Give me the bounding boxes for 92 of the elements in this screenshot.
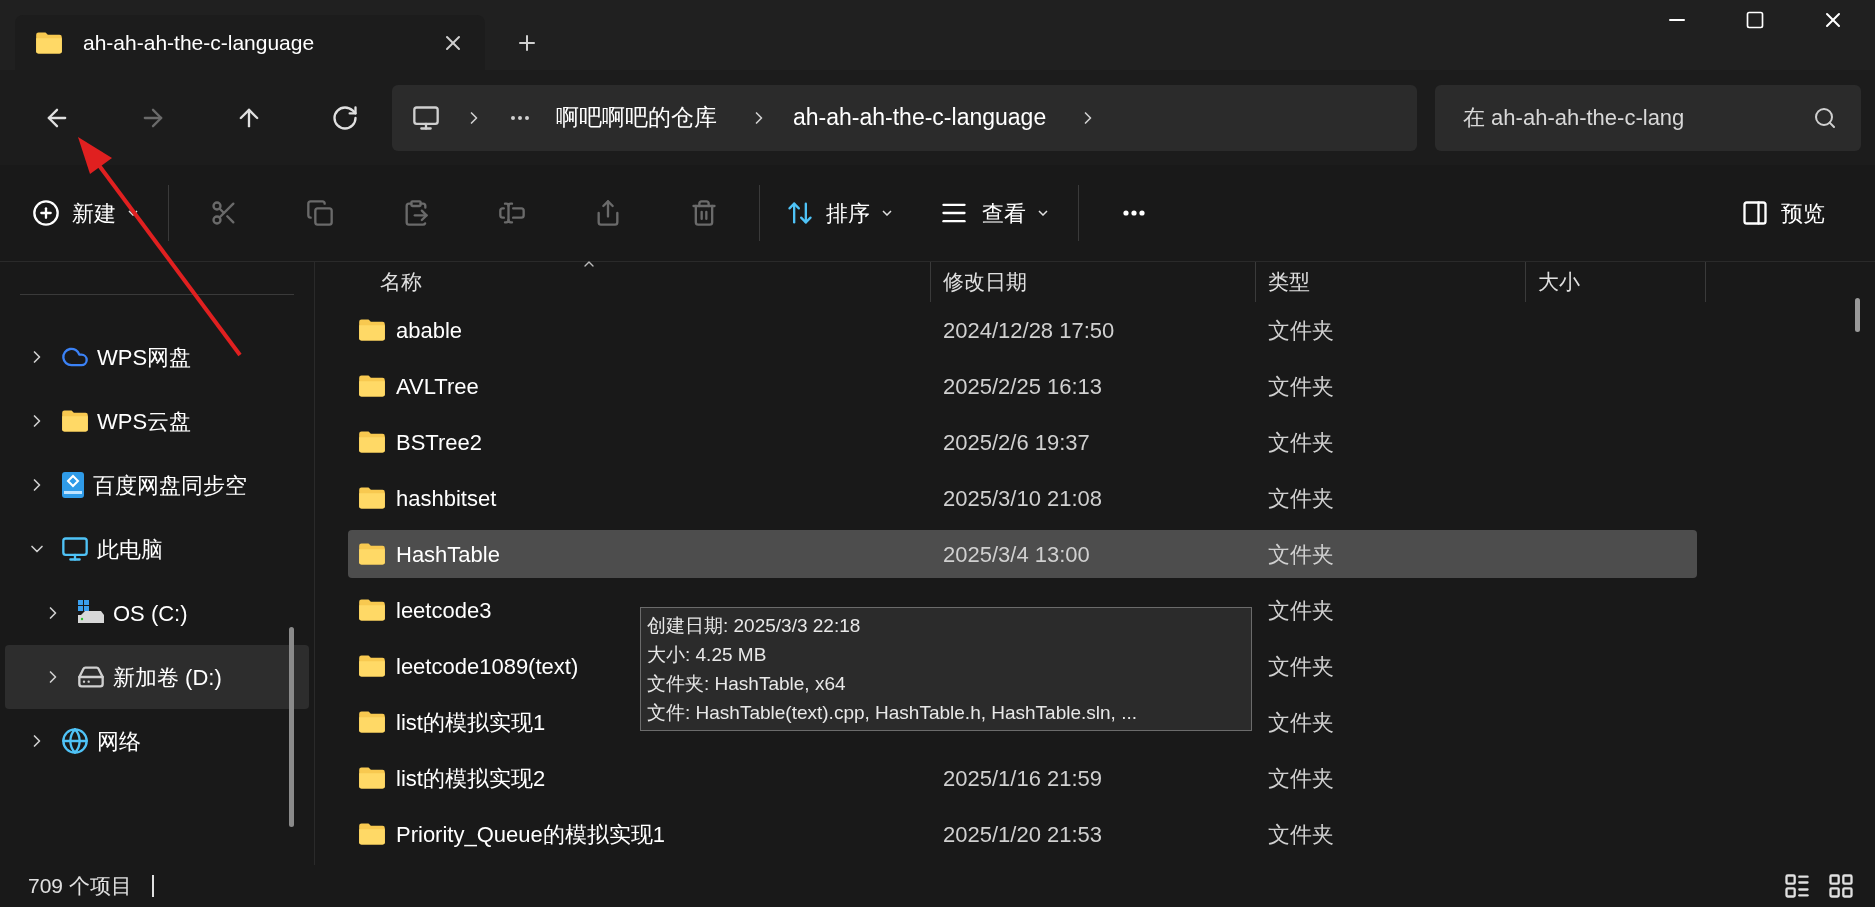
column-header[interactable]: 名称 bbox=[348, 262, 930, 302]
sidebar-item[interactable]: 新加卷 (D:) bbox=[5, 645, 309, 709]
view-button[interactable]: 查看 bbox=[938, 185, 1048, 241]
file-type: 文件夹 bbox=[1268, 709, 1334, 735]
folder-icon bbox=[358, 542, 386, 566]
file-type: 文件夹 bbox=[1268, 821, 1334, 847]
file-type: 文件夹 bbox=[1268, 653, 1334, 679]
search-icon bbox=[1813, 105, 1837, 130]
window-tab[interactable]: ah-ah-ah-the-c-language bbox=[15, 15, 485, 70]
tooltip-line: 大小: 4.25 MB bbox=[647, 643, 768, 667]
computer-icon bbox=[61, 535, 89, 563]
sidebar-label: 网络 bbox=[97, 727, 141, 756]
caret-icon bbox=[128, 210, 138, 216]
sidebar-label: 此电脑 bbox=[97, 535, 163, 564]
sidebar-label: 百度网盘同步空 bbox=[93, 471, 247, 500]
folder-icon bbox=[358, 486, 386, 510]
modified-date: 2025/3/4 13:00 bbox=[943, 541, 1090, 567]
sync-drive-icon bbox=[61, 471, 85, 499]
sidebar-item[interactable]: 此电脑 bbox=[5, 517, 309, 581]
modified-date: 2025/3/10 21:08 bbox=[943, 485, 1103, 511]
computer-icon bbox=[412, 103, 440, 132]
folder-icon bbox=[358, 374, 386, 398]
tooltip-line: 创建日期: 2025/3/3 22:18 bbox=[647, 614, 862, 638]
file-type: 文件夹 bbox=[1268, 541, 1334, 567]
sort-button[interactable]: 排序 bbox=[786, 185, 892, 241]
preview-button[interactable]: 预览 bbox=[1741, 185, 1825, 241]
sidebar-item[interactable]: 百度网盘同步空 bbox=[5, 453, 309, 517]
file-type: 文件夹 bbox=[1268, 317, 1334, 343]
folder-icon bbox=[358, 598, 386, 622]
modified-date: 2024/12/28 17:50 bbox=[943, 317, 1115, 343]
sidebar-label: OS (C:) bbox=[113, 599, 188, 628]
folder-icon bbox=[61, 409, 89, 433]
tab-title: ah-ah-ah-the-c-language bbox=[83, 29, 316, 56]
sidebar-item[interactable]: OS (C:) bbox=[5, 581, 309, 645]
folder-icon bbox=[358, 430, 386, 454]
file-name: AVLTree bbox=[396, 372, 479, 401]
tiles-view-icon[interactable] bbox=[1827, 872, 1855, 900]
file-row[interactable]: HashTable 2025/3/4 13:00 文件夹 bbox=[348, 530, 1697, 578]
caret-icon bbox=[882, 210, 892, 216]
network-icon bbox=[61, 727, 89, 755]
search-box[interactable]: 在 ah-ah-ah-the-c-lang bbox=[1435, 84, 1861, 151]
more-icon bbox=[1122, 210, 1146, 216]
file-type: 文件夹 bbox=[1268, 485, 1334, 511]
file-name: leetcode3 bbox=[396, 596, 492, 625]
file-name: hashbitset bbox=[396, 484, 497, 513]
file-name: HashTable bbox=[396, 540, 500, 569]
modified-date: 2025/1/20 21:53 bbox=[943, 821, 1103, 847]
file-name: abable bbox=[396, 316, 463, 345]
file-name: Priority_Queue的模拟实现1 bbox=[396, 820, 665, 849]
file-name: list的模拟实现2 bbox=[396, 764, 546, 793]
modified-date: 2025/2/25 16:13 bbox=[943, 373, 1103, 399]
panel-icon bbox=[1741, 199, 1769, 227]
file-type: 文件夹 bbox=[1268, 597, 1334, 623]
file-name: leetcode1089(text) bbox=[396, 652, 579, 681]
modified-date: 2025/2/6 19:37 bbox=[943, 429, 1090, 455]
scrollbar-thumb[interactable] bbox=[1855, 298, 1860, 332]
folder-icon bbox=[358, 822, 386, 846]
new-button[interactable]: 新建 bbox=[32, 185, 138, 241]
plus-icon bbox=[32, 199, 60, 227]
search-field[interactable]: 在 ah-ah-ah-the-c-lang bbox=[1463, 101, 1813, 134]
modified-date: 2025/1/16 21:59 bbox=[943, 765, 1103, 791]
file-name: BSTree2 bbox=[396, 428, 482, 457]
sidebar-item[interactable]: WPS网盘 bbox=[5, 325, 309, 389]
sidebar-item[interactable]: 网络 bbox=[5, 709, 309, 773]
breadcrumb[interactable]: ah-ah-ah-the-c-language bbox=[793, 100, 1047, 135]
file-type: 文件夹 bbox=[1268, 373, 1334, 399]
column-header[interactable]: 类型 bbox=[1255, 262, 1525, 302]
sidebar-label: WPS云盘 bbox=[97, 407, 192, 436]
copy-icon bbox=[306, 199, 334, 227]
column-header[interactable]: 修改日期 bbox=[930, 262, 1255, 302]
folder-icon bbox=[358, 654, 386, 678]
file-name: list的模拟实现1 bbox=[396, 708, 546, 737]
trash-icon bbox=[690, 199, 718, 227]
item-count: 709 个项目 bbox=[28, 873, 132, 900]
file-type: 文件夹 bbox=[1268, 765, 1334, 791]
file-type: 文件夹 bbox=[1268, 429, 1334, 455]
tooltip-line: 文件夹: HashTable, x64 bbox=[647, 672, 847, 696]
folder-icon bbox=[358, 766, 386, 790]
folder-icon bbox=[358, 318, 386, 342]
folder-icon bbox=[358, 710, 386, 734]
caret-icon bbox=[1038, 210, 1048, 216]
details-view-icon[interactable] bbox=[1783, 872, 1811, 900]
breadcrumb[interactable]: 啊吧啊吧的仓库 bbox=[556, 100, 717, 135]
folder-icon bbox=[35, 30, 63, 55]
refresh-icon bbox=[331, 103, 359, 132]
sidebar-item[interactable]: WPS云盘 bbox=[5, 389, 309, 453]
maximize-icon[interactable] bbox=[1745, 10, 1765, 30]
sidebar-label: WPS网盘 bbox=[97, 343, 192, 372]
address-bar[interactable]: 啊吧啊吧的仓库 ah-ah-ah-the-c-language bbox=[392, 84, 1417, 151]
sidebar-label: 新加卷 (D:) bbox=[113, 663, 222, 692]
tooltip-line: 文件: HashTable(text).cpp, HashTable.h, HashTable.sln, ... bbox=[647, 701, 1138, 725]
scrollbar-thumb[interactable] bbox=[289, 627, 294, 827]
